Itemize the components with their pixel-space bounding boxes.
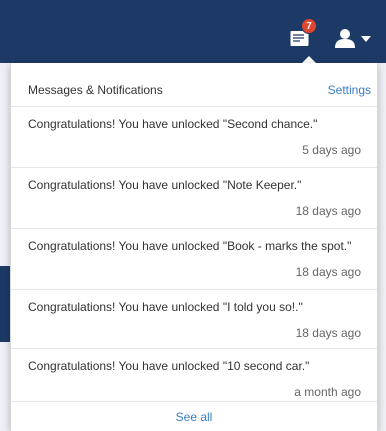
notification-item[interactable]: Congratulations! You have unlocked "I to… bbox=[11, 290, 377, 350]
notifications-dropdown: Messages & Notifications Settings Congra… bbox=[10, 63, 378, 431]
notification-time: a month ago bbox=[294, 385, 361, 399]
notification-text: Congratulations! You have unlocked "I to… bbox=[28, 300, 303, 314]
see-all-link[interactable]: See all bbox=[11, 410, 377, 424]
notification-item[interactable]: Congratulations! You have unlocked "Book… bbox=[11, 229, 377, 289]
notification-item[interactable]: Congratulations! You have unlocked "Seco… bbox=[11, 107, 377, 167]
settings-link[interactable]: Settings bbox=[328, 83, 371, 97]
notification-text: Congratulations! You have unlocked "10 s… bbox=[28, 359, 310, 373]
caret-down-icon[interactable] bbox=[361, 36, 371, 42]
divider bbox=[11, 401, 377, 402]
notification-text: Congratulations! You have unlocked "Note… bbox=[28, 178, 302, 192]
notification-text: Congratulations! You have unlocked "Book… bbox=[28, 239, 352, 253]
notification-count-badge[interactable]: 7 bbox=[301, 18, 317, 34]
background-page-right bbox=[378, 63, 386, 431]
notification-time: 18 days ago bbox=[295, 326, 361, 340]
top-navigation-bar bbox=[0, 0, 386, 63]
background-highlight-edge bbox=[0, 266, 10, 342]
notification-time: 18 days ago bbox=[295, 204, 361, 218]
notification-time: 5 days ago bbox=[302, 143, 361, 157]
notification-text: Congratulations! You have unlocked "Seco… bbox=[28, 117, 318, 131]
dropdown-title: Messages & Notifications bbox=[28, 83, 163, 97]
notification-time: 18 days ago bbox=[295, 265, 361, 279]
dropdown-header: Messages & Notifications Settings bbox=[11, 77, 377, 107]
notification-item[interactable]: Congratulations! You have unlocked "Note… bbox=[11, 168, 377, 228]
notification-item[interactable]: Congratulations! You have unlocked "10 s… bbox=[11, 349, 377, 409]
background-page-left bbox=[0, 63, 10, 431]
user-icon[interactable] bbox=[334, 28, 356, 48]
